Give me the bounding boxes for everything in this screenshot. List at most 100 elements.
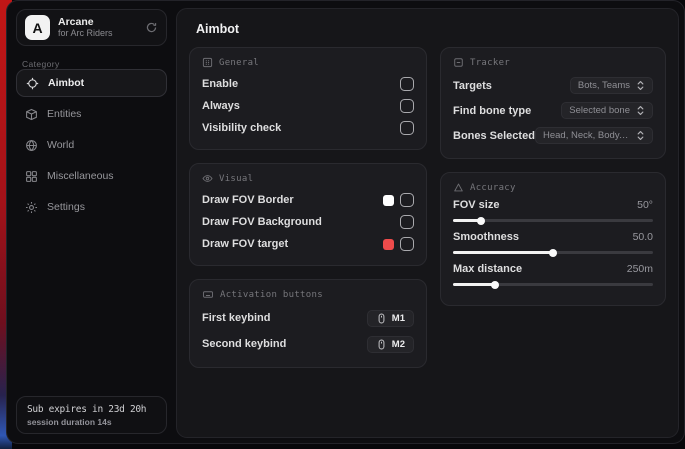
enable-checkbox[interactable] [400,77,414,91]
option-label: Draw FOV Background [202,216,322,228]
visual-card: Visual Draw FOV Border Draw FOV Backgrou… [189,163,427,266]
category-label: Category [22,59,176,69]
card-title: General [219,58,259,68]
fov-target-checkbox[interactable] [400,237,414,251]
option-row-always: Always [202,95,414,117]
grid-icon [25,170,38,183]
slider-label: Max distance [453,263,522,275]
mouse-icon [376,339,387,350]
option-row-fov-target: Draw FOV target [202,233,414,255]
entities-icon [25,108,38,121]
tracker-row-bone-type: Find bone type Selected bone [453,98,653,123]
option-row-fov-background: Draw FOV Background [202,211,414,233]
dropdown-label: Find bone type [453,105,531,117]
option-label: Draw FOV target [202,238,288,250]
scan-target-icon [453,57,464,68]
keybind-label: First keybind [202,312,270,324]
slider-fill [453,251,553,254]
main-panel: Aimbot General [176,8,679,438]
first-keybind-button[interactable]: M1 [367,310,414,327]
app-name: Arcane [58,16,137,28]
second-keybind-button[interactable]: M2 [367,336,414,353]
sidebar-item-miscellaneous[interactable]: Miscellaneous [16,162,167,190]
max-distance-slider[interactable] [453,283,653,286]
sidebar-item-entities[interactable]: Entities [16,100,167,128]
sidebar-item-label: Settings [47,201,85,213]
app-logo: A [25,15,50,40]
globe-icon [25,139,38,152]
option-row-visibility-check: Visibility check [202,117,414,139]
caret-sort-icon [636,80,645,91]
slider-fill [453,283,495,286]
card-title: Tracker [470,58,510,68]
sub-expiry-text: Sub expires in 23d 20h [27,404,156,415]
fov-background-checkbox[interactable] [400,215,414,229]
gear-icon [25,201,38,214]
visual-card-header: Visual [202,173,414,184]
slider-value: 50.0 [633,231,653,243]
bones-selected-dropdown[interactable]: Head, Neck, Body, Fe... [535,127,653,144]
tracker-card: Tracker Targets Bots, Teams [440,47,666,159]
slider-group-max-distance: Max distance 250m [453,263,653,286]
keybind-row-second: Second keybind M2 [202,331,414,357]
targets-dropdown[interactable]: Bots, Teams [570,77,653,94]
sidebar-item-world[interactable]: World [16,131,167,159]
sidebar: A Arcane for Arc Riders Category [7,1,176,443]
fov-border-checkbox[interactable] [400,193,414,207]
always-checkbox[interactable] [400,99,414,113]
accuracy-card: Accuracy FOV size 50° [440,172,666,306]
tracker-row-bones-selected: Bones Selected Head, Neck, Body, Fe... [453,123,653,148]
crosshair-icon [26,77,39,90]
slider-label: FOV size [453,199,499,211]
refresh-icon[interactable] [145,21,158,34]
slider-thumb[interactable] [549,249,557,257]
fov-target-color-swatch[interactable] [383,239,394,250]
sidebar-item-label: Entities [47,108,81,120]
dropdown-value: Selected bone [569,105,630,116]
keybind-row-first: First keybind M1 [202,305,414,331]
slider-value: 250m [627,263,653,275]
left-column: General Enable Always Visibility check [189,47,427,368]
card-title: Activation buttons [220,290,323,300]
visibility-check-checkbox[interactable] [400,121,414,135]
activation-card: Activation buttons First keybind M1 [189,279,427,368]
fov-border-color-swatch[interactable] [383,195,394,206]
sidebar-item-aimbot[interactable]: Aimbot [16,69,167,97]
keyboard-icon [202,289,214,300]
slider-value: 50° [637,199,653,211]
tracker-row-targets: Targets Bots, Teams [453,73,653,98]
sidebar-item-label: Aimbot [48,77,84,89]
triangle-icon [453,182,464,193]
slider-group-smoothness: Smoothness 50.0 [453,231,653,254]
app-window: A Arcane for Arc Riders Category [6,0,685,444]
general-card: General Enable Always Visibility check [189,47,427,150]
dropdown-value: Head, Neck, Body, Fe... [543,130,630,141]
smoothness-slider[interactable] [453,251,653,254]
app-subtitle: for Arc Riders [58,28,137,38]
option-label: Visibility check [202,122,281,134]
general-card-header: General [202,57,414,68]
slider-thumb[interactable] [491,281,499,289]
slider-label: Smoothness [453,231,519,243]
dropdown-value: Bots, Teams [578,80,630,91]
keybind-value: M1 [392,313,405,324]
card-title: Visual [219,174,253,184]
fov-size-slider[interactable] [453,219,653,222]
eye-icon [202,173,213,184]
slider-thumb[interactable] [477,217,485,225]
subscription-card: Sub expires in 23d 20h session duration … [16,396,167,434]
caret-sort-icon [636,105,645,116]
activation-card-header: Activation buttons [202,289,414,300]
option-row-fov-border: Draw FOV Border [202,189,414,211]
slider-group-fov-size: FOV size 50° [453,199,653,222]
app-identity: Arcane for Arc Riders [58,16,137,38]
keybind-label: Second keybind [202,338,286,350]
mouse-icon [376,313,387,324]
find-bone-type-dropdown[interactable]: Selected bone [561,102,653,119]
app-logo-card: A Arcane for Arc Riders [16,9,167,46]
sidebar-item-settings[interactable]: Settings [16,193,167,221]
option-row-enable: Enable [202,73,414,95]
dropdown-label: Bones Selected [453,130,535,142]
tracker-card-header: Tracker [453,57,653,68]
option-label: Draw FOV Border [202,194,294,206]
